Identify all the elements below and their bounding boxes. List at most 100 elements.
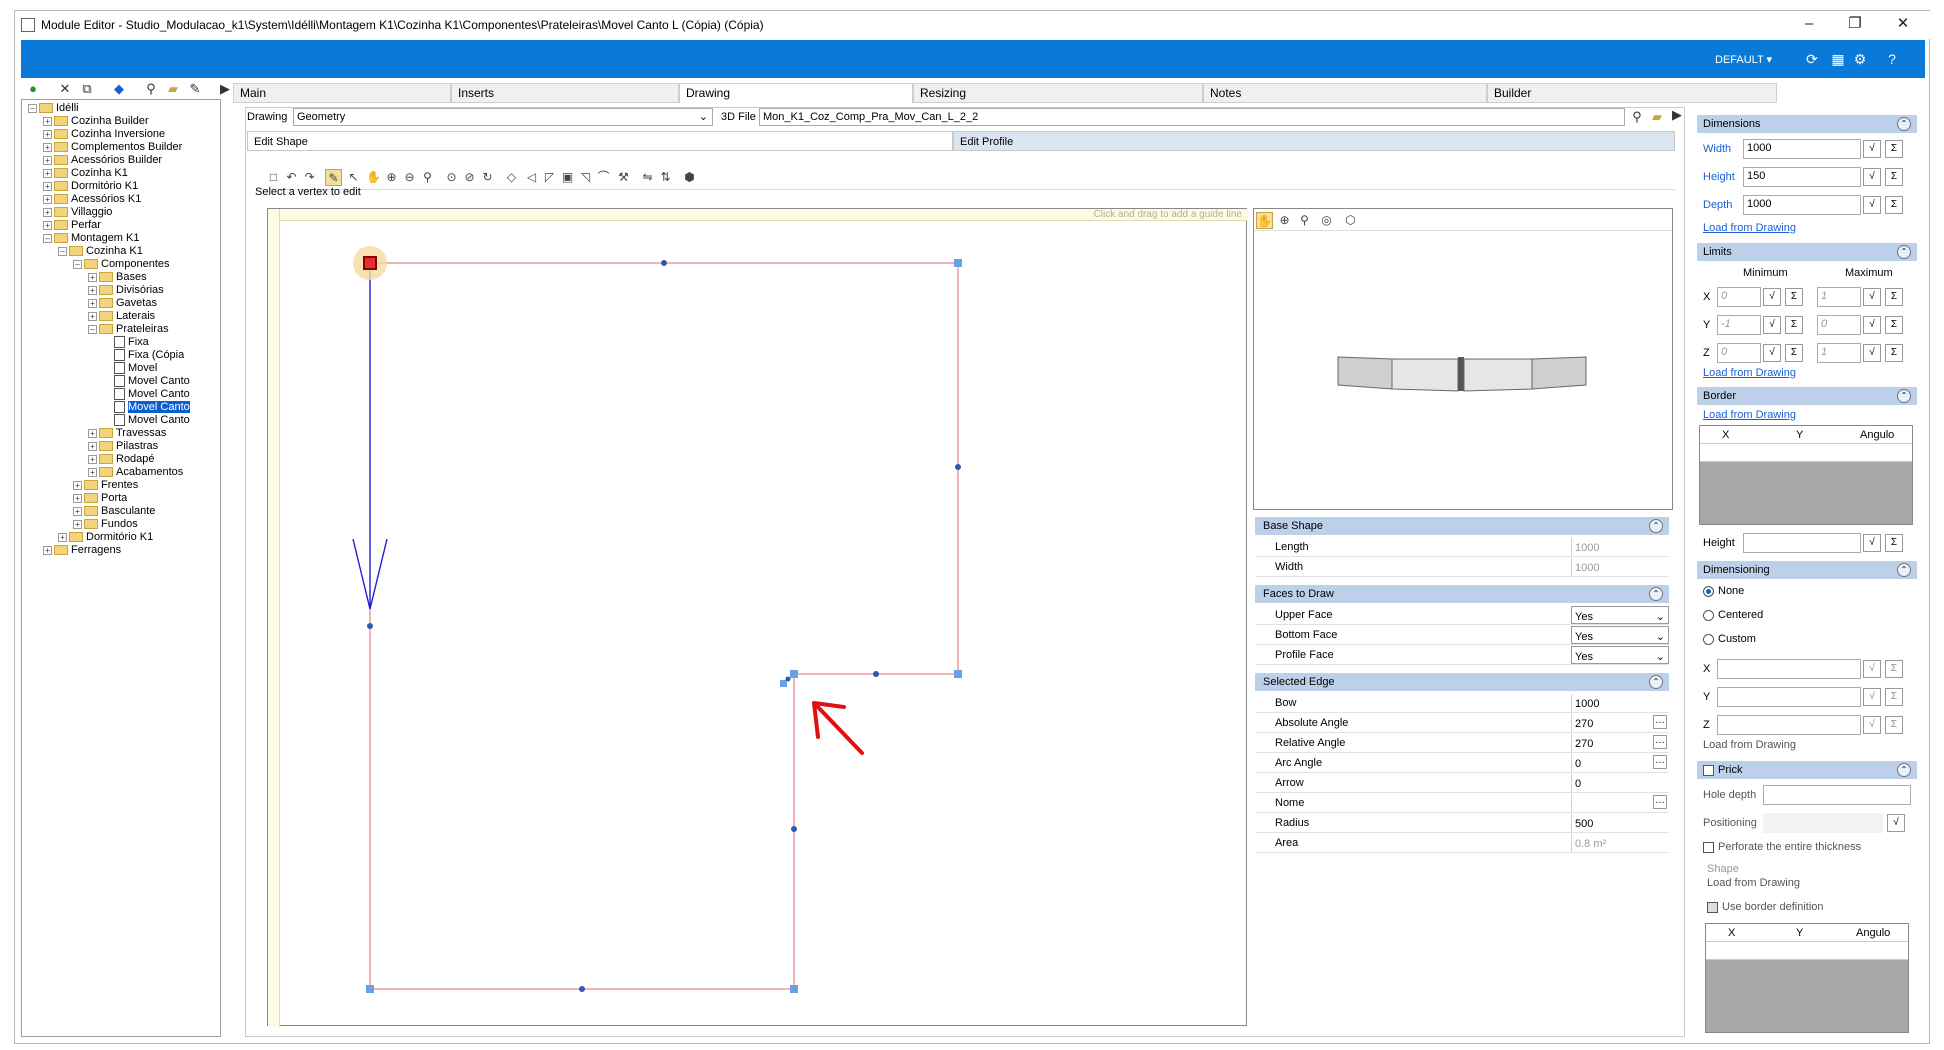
expand-toggle-icon[interactable]: +	[43, 168, 52, 178]
expand-toggle-icon[interactable]: –	[73, 259, 82, 269]
expand-toggle-icon[interactable]: +	[73, 506, 82, 516]
cube-icon[interactable]: ⬢	[681, 169, 698, 186]
sigma-icon[interactable]: Σ	[1885, 140, 1903, 158]
3d-file-input[interactable]: Mon_K1_Coz_Comp_Pra_Mov_Can_L_2_2	[759, 108, 1625, 126]
open-folder-icon[interactable]: ▰	[1649, 109, 1665, 125]
add-point-icon[interactable]: ⊙	[443, 169, 460, 186]
property-row[interactable]: Absolute Angle 270…	[1255, 713, 1669, 733]
expand-toggle-icon[interactable]: +	[43, 155, 52, 165]
prick-header[interactable]: Prick ⌃	[1697, 761, 1917, 779]
dimensions-header[interactable]: Dimensions ⌃	[1697, 115, 1917, 133]
sqrt-icon[interactable]: √	[1863, 140, 1881, 158]
radio-centered[interactable]: Centered	[1703, 609, 1763, 621]
fillet-icon[interactable]: ⌒	[595, 169, 612, 186]
expand-toggle-icon[interactable]: +	[43, 142, 52, 152]
cut-corner-icon[interactable]: ◹	[577, 169, 594, 186]
sigma-icon[interactable]: Σ	[1885, 716, 1903, 734]
maximize-button[interactable]: ❐	[1835, 13, 1875, 35]
zoom-in-icon[interactable]: ⚲	[419, 169, 436, 186]
expand-toggle-icon[interactable]: +	[43, 181, 52, 191]
property-row[interactable]: Bow 1000	[1255, 693, 1669, 713]
collapse-icon[interactable]: ⌃	[1897, 117, 1911, 131]
ellipsis-button[interactable]: …	[1653, 715, 1667, 729]
expand-toggle-icon[interactable]: +	[88, 441, 97, 451]
midpoint-handle[interactable]	[661, 260, 667, 266]
tools-icon[interactable]: ✎	[187, 81, 203, 97]
sigma-icon[interactable]: Σ	[1885, 196, 1903, 214]
expand-toggle-icon[interactable]: +	[43, 545, 52, 555]
midpoint-handle[interactable]	[955, 464, 961, 470]
zoom-out-icon[interactable]: ⊖	[401, 169, 418, 186]
vertex-handle[interactable]	[780, 680, 787, 687]
shape-a-icon[interactable]: ◇	[503, 169, 520, 186]
sigma-icon[interactable]: Σ	[1885, 660, 1903, 678]
expand-toggle-icon[interactable]: +	[43, 116, 52, 126]
expand-toggle-icon[interactable]: –	[88, 324, 97, 334]
find-icon[interactable]: ⚲	[143, 81, 159, 97]
collapse-icon[interactable]: ⌃	[1897, 245, 1911, 259]
prick-grid[interactable]: X Y Angulo	[1705, 923, 1909, 1033]
tab-inserts[interactable]: Inserts	[451, 83, 679, 103]
sqrt-icon[interactable]: √	[1763, 288, 1781, 306]
expand-toggle-icon[interactable]: +	[88, 298, 97, 308]
shape-drawing[interactable]	[268, 209, 1246, 1025]
radio-custom[interactable]: Custom	[1703, 633, 1756, 645]
collapse-icon[interactable]: ⌃	[1897, 389, 1911, 403]
remove-point-icon[interactable]: ⊘	[461, 169, 478, 186]
profile-dropdown[interactable]: DEFAULT ▾	[1715, 53, 1772, 66]
load-border-link[interactable]: Load from Drawing	[1703, 409, 1796, 421]
add-icon[interactable]: ●	[25, 81, 41, 97]
sigma-icon[interactable]: Σ	[1885, 344, 1903, 362]
load-dimensions-link[interactable]: Load from Drawing	[1703, 222, 1796, 234]
border-grid[interactable]: X Y Angulo	[1699, 425, 1913, 525]
sigma-icon[interactable]: Σ	[1785, 316, 1803, 334]
limit-min-input[interactable]: 0	[1717, 343, 1761, 363]
limit-max-input[interactable]: 1	[1817, 287, 1861, 307]
property-row[interactable]: Relative Angle 270…	[1255, 733, 1669, 753]
expand-toggle-icon[interactable]: +	[88, 428, 97, 438]
collapse-panel-icon[interactable]: ▶	[217, 81, 233, 97]
minimize-button[interactable]: –	[1789, 13, 1829, 35]
vertex-handle[interactable]	[790, 985, 798, 993]
collapse-icon[interactable]: ⌃	[1897, 763, 1911, 777]
midpoint-handle[interactable]	[873, 671, 879, 677]
tree-node[interactable]: + Ferragens	[43, 542, 121, 558]
sigma-icon[interactable]: Σ	[1885, 688, 1903, 706]
sigma-icon[interactable]: Σ	[1885, 534, 1903, 552]
sqrt-icon[interactable]: √	[1863, 288, 1881, 306]
grid-new-row[interactable]	[1706, 942, 1908, 960]
sqrt-icon[interactable]: √	[1863, 688, 1881, 706]
sqrt-icon[interactable]: √	[1863, 344, 1881, 362]
sqrt-icon[interactable]: √	[1887, 814, 1905, 832]
limit-max-input[interactable]: 0	[1817, 315, 1861, 335]
vertex-handle[interactable]	[790, 670, 798, 678]
expand-toggle-icon[interactable]: +	[43, 129, 52, 139]
expand-toggle-icon[interactable]: +	[58, 532, 67, 542]
sqrt-icon[interactable]: √	[1863, 316, 1881, 334]
drawing-select[interactable]: Geometry ⌄	[293, 108, 713, 126]
shape-d-icon[interactable]: ▣	[559, 169, 576, 186]
folder-icon[interactable]: ▰	[165, 81, 181, 97]
midpoint-handle[interactable]	[791, 826, 797, 832]
limit-min-input[interactable]: 0	[1717, 287, 1761, 307]
sqrt-icon[interactable]: √	[1763, 316, 1781, 334]
expand-toggle-icon[interactable]: +	[88, 454, 97, 464]
collapse-icon[interactable]: ⌃	[1649, 587, 1663, 601]
bottom-face-select[interactable]: Yes ⌄	[1571, 626, 1669, 644]
limit-max-input[interactable]: 1	[1817, 343, 1861, 363]
midpoint-handle[interactable]	[785, 676, 791, 682]
base-shape-header[interactable]: Base Shape ⌃	[1255, 517, 1669, 535]
limit-min-input[interactable]: -1	[1717, 315, 1761, 335]
expand-toggle-icon[interactable]: –	[28, 103, 37, 113]
3d-preview[interactable]: ✋ ⊕ ⚲ ◎ ⬡	[1253, 208, 1673, 510]
expand-toggle-icon[interactable]: +	[88, 311, 97, 321]
midpoint-handle[interactable]	[579, 986, 585, 992]
sqrt-icon[interactable]: √	[1863, 168, 1881, 186]
selected-edge-header[interactable]: Selected Edge ⌃	[1255, 673, 1669, 691]
move-icon[interactable]: ◆	[111, 81, 127, 97]
new-icon[interactable]: □	[265, 169, 282, 186]
tool-icon[interactable]: ⚒	[615, 169, 632, 186]
binoculars-icon[interactable]: ⚲	[1629, 109, 1645, 125]
perforate-checkbox[interactable]: Perforate the entire thickness	[1703, 841, 1861, 853]
hole-depth-input[interactable]	[1763, 785, 1911, 805]
